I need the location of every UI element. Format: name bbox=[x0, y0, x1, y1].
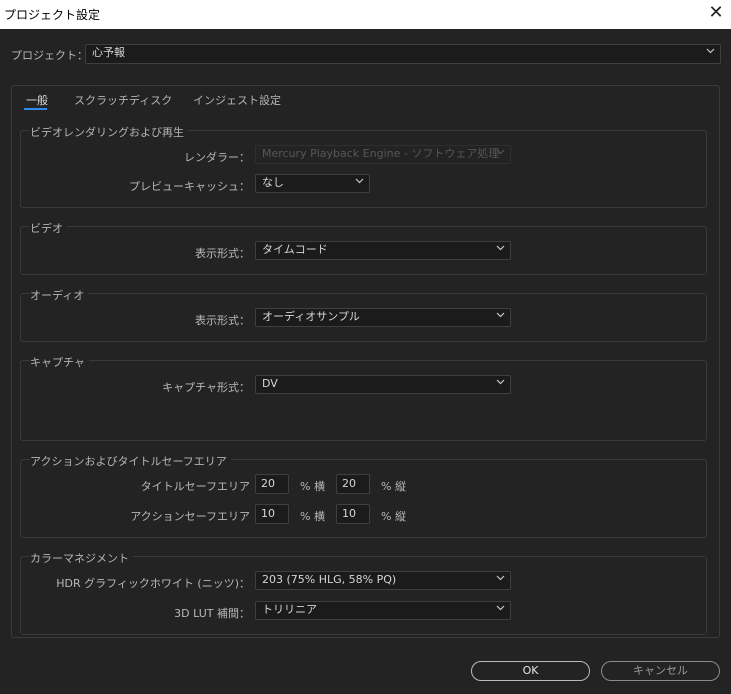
active-tab-indicator bbox=[24, 108, 47, 110]
title-safe-vertical-unit: % 縦 bbox=[381, 480, 406, 493]
chevron-down-icon bbox=[496, 572, 506, 589]
group-title-video-rendering: ビデオレンダリングおよび再生 bbox=[30, 124, 188, 140]
title-safe-horizontal-unit: % 横 bbox=[300, 480, 325, 493]
capture-format-label: キャプチャ形式： bbox=[162, 381, 250, 394]
cancel-button[interactable]: キャンセル bbox=[601, 661, 720, 681]
capture-format-value: DV bbox=[262, 377, 278, 390]
title-safe-vertical-input[interactable]: 20 bbox=[336, 474, 370, 494]
renderer-label: レンダラー： bbox=[184, 151, 250, 164]
group-safe-areas bbox=[20, 459, 707, 538]
renderer-select: Mercury Playback Engine - ソフトウェア処理 bbox=[255, 145, 511, 164]
capture-format-select[interactable]: DV bbox=[255, 375, 511, 394]
project-select[interactable]: 心予報 bbox=[85, 44, 721, 64]
video-display-format-label: 表示形式： bbox=[195, 247, 250, 260]
audio-display-format-value: オーディオサンプル bbox=[262, 310, 360, 323]
group-capture bbox=[20, 360, 707, 441]
preview-cache-label: プレビューキャッシュ： bbox=[129, 180, 250, 193]
action-safe-horizontal-input[interactable]: 10 bbox=[255, 504, 289, 524]
tab-scratch-disks[interactable]: スクラッチディスク bbox=[74, 92, 172, 108]
title-safe-label: タイトルセーフエリア bbox=[140, 480, 250, 493]
lut-interpolation-select[interactable]: トリリニア bbox=[255, 601, 511, 620]
group-title-video: ビデオ bbox=[30, 220, 67, 236]
group-title-color-management: カラーマネジメント bbox=[30, 550, 133, 566]
tab-ingest-settings[interactable]: インジェスト設定 bbox=[193, 92, 281, 108]
preview-cache-select[interactable]: なし bbox=[255, 174, 370, 193]
chevron-down-icon bbox=[496, 309, 506, 326]
action-safe-horizontal-unit: % 横 bbox=[300, 510, 325, 523]
chevron-down-icon bbox=[496, 376, 506, 393]
project-label: プロジェクト： bbox=[11, 49, 88, 62]
lut-interpolation-value: トリリニア bbox=[262, 603, 317, 616]
hdr-graphics-white-select[interactable]: 203 (75% HLG, 58% PQ) bbox=[255, 571, 511, 590]
group-color-management bbox=[20, 556, 707, 635]
group-title-audio: オーディオ bbox=[30, 287, 89, 303]
action-safe-vertical-unit: % 縦 bbox=[381, 510, 406, 523]
hdr-graphics-white-label: HDR グラフィックホワイト (ニッツ)： bbox=[56, 577, 250, 590]
close-icon[interactable]: ✕ bbox=[705, 2, 727, 24]
chevron-down-icon bbox=[496, 602, 506, 619]
lut-interpolation-label: 3D LUT 補間： bbox=[174, 607, 250, 620]
chevron-down-icon bbox=[496, 242, 506, 259]
group-title-safe-areas: アクションおよびタイトルセーフエリア bbox=[30, 453, 231, 469]
video-display-format-select[interactable]: タイムコード bbox=[255, 241, 511, 260]
action-safe-label: アクションセーフエリア bbox=[130, 510, 250, 523]
title-bar: プロジェクト設定 ✕ bbox=[0, 0, 731, 29]
project-select-value: 心予報 bbox=[92, 46, 125, 59]
action-safe-vertical-input[interactable]: 10 bbox=[336, 504, 370, 524]
chevron-down-icon bbox=[706, 45, 716, 62]
audio-display-format-select[interactable]: オーディオサンプル bbox=[255, 308, 511, 327]
window-title: プロジェクト設定 bbox=[4, 8, 101, 22]
renderer-select-value: Mercury Playback Engine - ソフトウェア処理 bbox=[262, 147, 500, 160]
chevron-down-icon bbox=[496, 146, 506, 163]
ok-button[interactable]: OK bbox=[471, 661, 590, 681]
video-display-format-value: タイムコード bbox=[262, 243, 328, 256]
chevron-down-icon bbox=[355, 175, 365, 192]
group-video-rendering bbox=[20, 130, 707, 208]
audio-display-format-label: 表示形式： bbox=[195, 314, 250, 327]
group-title-capture: キャプチャ bbox=[30, 354, 89, 370]
tab-general[interactable]: 一般 bbox=[26, 92, 48, 108]
hdr-graphics-white-value: 203 (75% HLG, 58% PQ) bbox=[262, 573, 397, 586]
title-safe-horizontal-input[interactable]: 20 bbox=[255, 474, 289, 494]
preview-cache-value: なし bbox=[262, 176, 284, 189]
